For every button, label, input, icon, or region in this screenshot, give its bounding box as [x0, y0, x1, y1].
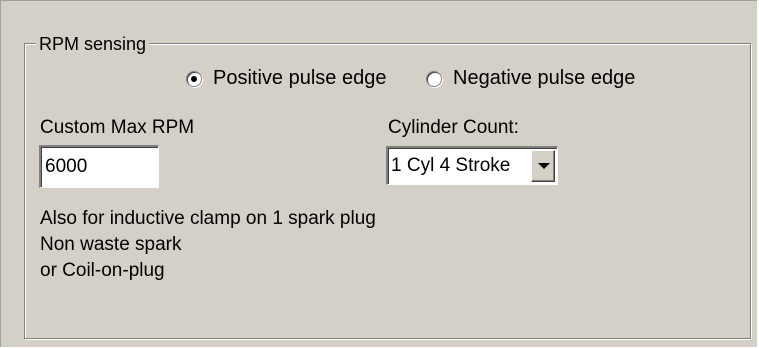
radio-negative-pulse-edge[interactable]: Negative pulse edge [426, 67, 635, 90]
cylinder-count-select[interactable]: 1 Cyl 4 Stroke [386, 146, 558, 185]
note-line-3: or Coil-on-plug [40, 260, 165, 281]
radio-button-unselected-icon[interactable] [426, 70, 442, 87]
dropdown-button[interactable] [531, 150, 555, 182]
chevron-down-icon [538, 163, 550, 169]
note-line-2: Non waste spark [40, 234, 182, 255]
cylinder-count-label: Cylinder Count: [388, 117, 519, 138]
radio-dot-icon [191, 75, 197, 82]
note-line-1: Also for inductive clamp on 1 spark plug [40, 208, 376, 229]
max-rpm-input[interactable]: 6000 [39, 145, 159, 188]
max-rpm-label: Custom Max RPM [40, 117, 195, 138]
radio-negative-label: Negative pulse edge [453, 67, 636, 89]
radio-positive-pulse-edge[interactable]: Positive pulse edge [186, 67, 386, 90]
rpm-sensing-groupbox [24, 43, 751, 339]
radio-button-selected-icon[interactable] [186, 70, 202, 87]
radio-positive-label: Positive pulse edge [213, 67, 387, 89]
cylinder-count-value: 1 Cyl 4 Stroke [391, 155, 511, 176]
groupbox-title: RPM sensing [36, 34, 150, 54]
